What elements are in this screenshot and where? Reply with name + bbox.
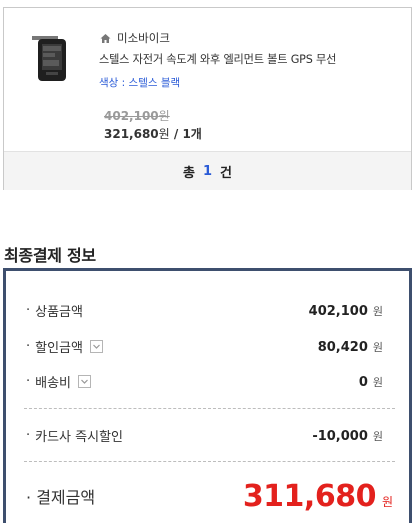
shipping-fee-label: 배송비 (35, 376, 72, 391)
discount-amount-unit: 원 (372, 340, 383, 354)
shop-row[interactable]: 미소바이크 (99, 29, 404, 47)
product-info: 미소바이크 스텔스 자전거 속도계 와후 엘리먼트 볼트 GPS 무선 색상 :… (99, 29, 404, 90)
bullet: · (26, 339, 31, 354)
total-payment-unit: 원 (381, 495, 393, 509)
row-shipping-fee: · 배송비 0원 (26, 372, 383, 391)
original-price-value: 402,100 (104, 109, 159, 123)
row-discount-amount: · 할인금액 80,420 원 (26, 337, 383, 356)
product-option: 색상 : 스텔스 블랙 (99, 77, 181, 89)
card-discount-value: -10,000 (312, 428, 368, 444)
chevron-down-icon (81, 379, 88, 384)
payment-section-title: 최종결제 정보 (4, 246, 96, 265)
bullet: · (26, 303, 31, 318)
total-payment-label: 결제금액 (36, 488, 96, 507)
shipping-fee-unit: 원 (372, 375, 383, 389)
sale-price-value: 321,680 (104, 127, 159, 141)
product-name[interactable]: 스텔스 자전거 속도계 와후 엘리먼트 볼트 GPS 무선 (99, 51, 404, 67)
shop-name: 미소바이크 (117, 31, 170, 45)
divider (24, 408, 395, 409)
chevron-down-icon (93, 344, 100, 349)
payment-summary-box: · 상품금액 402,100 원 · 할인금액 80,420 원 · 배송비 0원 · 카드… (3, 268, 412, 523)
shipping-expand-toggle[interactable] (78, 375, 92, 388)
original-price: 402,100원 (104, 107, 170, 124)
home-icon (99, 32, 111, 44)
item-count: 1 (202, 163, 213, 179)
divider (24, 461, 395, 462)
product-amount-unit: 원 (372, 304, 383, 318)
row-total-payment: · 결제금액 311,680 원 (26, 479, 393, 514)
quantity-text: / 1개 (169, 127, 202, 141)
sale-price-unit: 원 (158, 127, 170, 141)
card-discount-label: 카드사 즉시할인 (35, 430, 123, 445)
shipping-fee-value: 0 (358, 374, 368, 390)
total-count-prefix: 총 (183, 165, 195, 181)
discount-amount-label: 할인금액 (35, 341, 83, 356)
discount-expand-toggle[interactable] (89, 340, 103, 353)
total-count-suffix: 건 (220, 165, 232, 181)
bullet: · (26, 488, 32, 507)
product-amount-label: 상품금액 (35, 305, 83, 320)
item-count-footer: 총 1 건 (4, 151, 411, 190)
card-discount-unit: 원 (372, 429, 383, 443)
row-product-amount: · 상품금액 402,100 원 (26, 301, 383, 320)
original-price-unit: 원 (158, 109, 170, 123)
discount-amount-value: 80,420 (317, 339, 368, 355)
bullet: · (26, 374, 31, 389)
product-card: 미소바이크 스텔스 자전거 속도계 와후 엘리먼트 볼트 GPS 무선 색상 :… (3, 7, 412, 190)
bullet: · (26, 428, 31, 443)
total-payment-value: 311,680 (242, 479, 377, 514)
row-card-discount: · 카드사 즉시할인 -10,000 원 (26, 426, 383, 445)
product-thumbnail[interactable] (26, 30, 78, 92)
product-amount-value: 402,100 (308, 303, 368, 319)
sale-price: 321,680원 / 1개 (104, 125, 202, 142)
